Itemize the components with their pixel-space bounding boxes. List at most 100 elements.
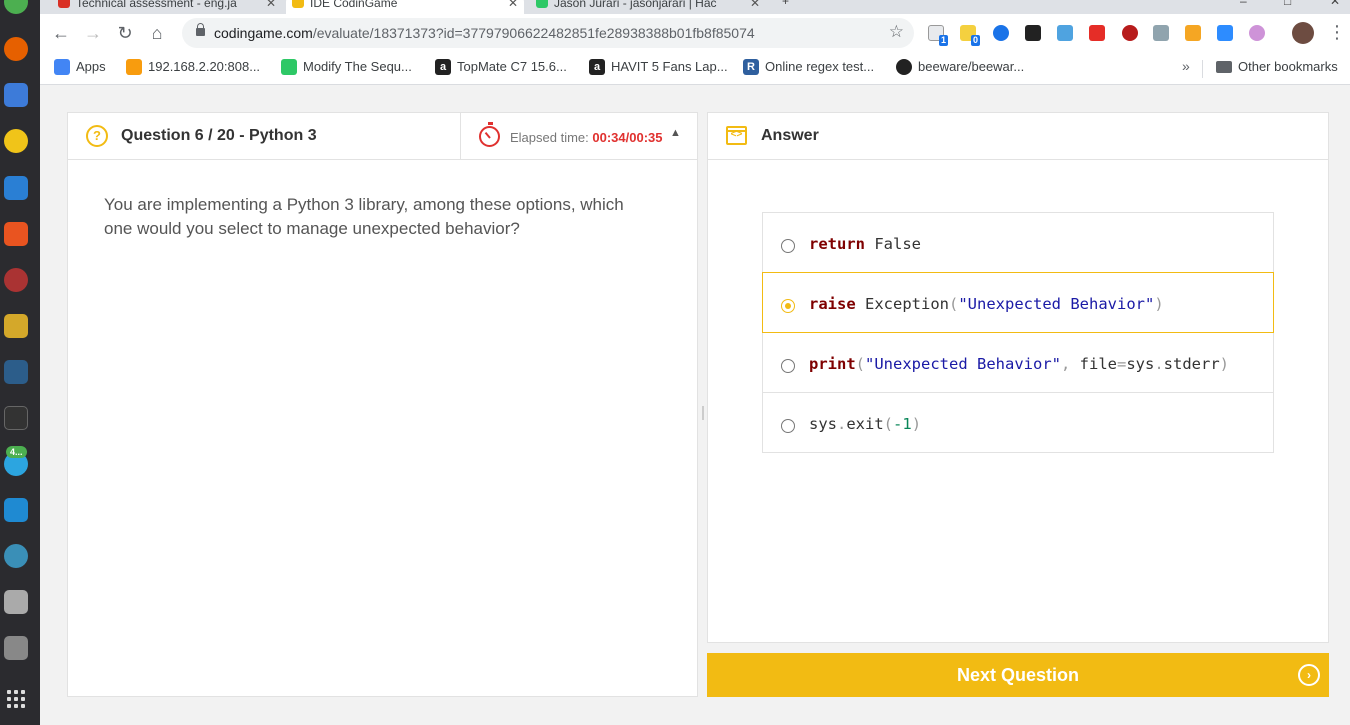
codingame-icon (292, 0, 304, 8)
tab-hackerrank[interactable]: Jason Jurari - jasonjarari | Hac ✕ (530, 0, 766, 14)
terminal-icon[interactable] (4, 406, 28, 430)
address-bar[interactable]: codingame.com/evaluate/18371373?id=37797… (182, 18, 914, 48)
tab-strip: Technical assessment - eng.ja ✕ IDE Codi… (40, 0, 1350, 14)
code-token: ( (883, 415, 894, 433)
home-icon[interactable]: ⌂ (146, 22, 168, 44)
radio-icon[interactable] (781, 239, 795, 253)
bookmark-item[interactable]: beeware/beewar... (896, 59, 1024, 75)
extension-at-icon[interactable] (993, 25, 1009, 41)
bookmark-item[interactable]: a HAVIT 5 Fans Lap... (589, 59, 728, 75)
code-icon: <> (726, 126, 747, 145)
gmail-icon (58, 0, 70, 8)
extension-satellite-icon[interactable] (1153, 25, 1169, 41)
chevron-up-icon[interactable]: ▲ (670, 127, 681, 139)
extension-badge: 1 (939, 35, 949, 46)
code-token: . (837, 415, 847, 433)
code-token: ) (911, 415, 922, 433)
answer-options: return False raise Exception("Unexpected … (762, 212, 1274, 453)
next-question-label: Next Question (956, 665, 1080, 685)
folder-icon (1216, 61, 1232, 73)
answer-code: return False (809, 235, 921, 253)
bookmark-item[interactable]: a TopMate C7 15.6... (435, 59, 567, 75)
show-apps-icon[interactable] (7, 690, 25, 708)
radio-selected-icon[interactable] (781, 299, 795, 313)
answer-option[interactable]: raise Exception("Unexpected Behavior") (762, 272, 1274, 333)
close-icon[interactable]: ✕ (266, 0, 276, 12)
other-bookmarks[interactable]: Other bookmarks (1216, 59, 1338, 75)
mysql-workbench-icon[interactable] (4, 360, 28, 384)
close-icon[interactable]: ✕ (508, 0, 518, 12)
vscode-icon[interactable] (4, 498, 28, 522)
browser-toolbar: ← → ↻ ⌂ codingame.com/evaluate/18371373?… (40, 14, 1350, 52)
bookmark-item[interactable]: Modify The Sequ... (281, 59, 412, 75)
dock-badge: 4... (6, 446, 27, 458)
code-token: print (809, 355, 856, 373)
new-tab-icon[interactable]: + (782, 0, 789, 8)
question-title: Question 6 / 20 - Python 3 (121, 127, 317, 144)
apps-grid-icon (54, 59, 70, 75)
answer-option[interactable]: print("Unexpected Behavior", file=sys.st… (762, 332, 1274, 393)
network-icon[interactable] (4, 544, 28, 568)
bookmark-star-icon[interactable]: ☆ (889, 22, 904, 42)
files-icon[interactable] (4, 83, 28, 107)
profile-avatar[interactable] (1292, 22, 1314, 44)
tab-assessment[interactable]: Technical assessment - eng.ja ✕ (52, 0, 282, 14)
extension-youtube-icon[interactable] (1089, 25, 1105, 41)
code-token: stderr (1163, 355, 1220, 373)
bookmark-item[interactable]: R Online regex test... (743, 59, 874, 75)
amazon-icon: a (435, 59, 451, 75)
answer-option[interactable]: return False (762, 212, 1274, 273)
elapsed-timer[interactable]: Elapsed time: 00:34/00:35 ▲ (460, 113, 698, 160)
radio-icon[interactable] (781, 359, 795, 373)
lock-icon[interactable] (196, 23, 205, 36)
answer-header: <> Answer (708, 113, 1328, 160)
forward-icon[interactable]: → (82, 22, 104, 44)
code-token: ) (1219, 355, 1230, 373)
bookmarks-bar: Apps 192.168.2.20:808... Modify The Sequ… (40, 52, 1350, 85)
software-center-icon[interactable] (4, 222, 28, 246)
github-icon (896, 59, 912, 75)
question-text: You are implementing a Python 3 library,… (104, 195, 624, 238)
extension-zoom-icon[interactable] (1217, 25, 1233, 41)
more-bookmarks-icon[interactable]: » (1182, 58, 1190, 74)
close-window-icon[interactable]: ✕ (1330, 0, 1340, 8)
minimize-icon[interactable]: – (1240, 0, 1247, 8)
extension-cloud-icon[interactable] (1057, 25, 1073, 41)
stacks-icon[interactable] (4, 314, 28, 338)
hackerrank-icon (281, 59, 297, 75)
code-token: ) (1154, 295, 1164, 313)
tab-title: IDE CodinGame (310, 0, 398, 10)
question-header: ? Question 6 / 20 - Python 3 Elapsed tim… (68, 113, 697, 160)
question-panel: ? Question 6 / 20 - Python 3 Elapsed tim… (67, 112, 698, 697)
bookmark-item[interactable]: Apps (54, 59, 106, 75)
back-icon[interactable]: ← (50, 22, 72, 44)
radio-icon[interactable] (781, 419, 795, 433)
panel-resize-handle[interactable] (702, 406, 704, 420)
extension-record-icon[interactable] (1122, 25, 1138, 41)
extension-broadcast-icon[interactable] (1249, 25, 1265, 41)
ssd-icon[interactable] (4, 636, 28, 660)
chrome-menu-icon[interactable]: ⋮ (1328, 21, 1346, 43)
code-token: ( (855, 355, 866, 373)
tab-ide-codingame[interactable]: IDE CodinGame ✕ (286, 0, 524, 14)
close-icon[interactable]: ✕ (750, 0, 760, 12)
reload-icon[interactable]: ↻ (114, 22, 136, 44)
url-text[interactable]: codingame.com/evaluate/18371373?id=37797… (214, 25, 755, 41)
archive-icon[interactable] (4, 590, 28, 614)
next-question-button[interactable]: Next Question › (707, 653, 1329, 697)
rhythmbox-icon[interactable] (4, 129, 28, 153)
tab-title: Technical assessment - eng.ja (76, 0, 237, 10)
extension-glasses-icon[interactable] (1025, 25, 1041, 41)
extension-shield-icon[interactable] (1185, 25, 1201, 41)
bookmark-item[interactable]: 192.168.2.20:808... (126, 59, 260, 75)
hackerrank-icon (536, 0, 548, 8)
maximize-icon[interactable]: □ (1284, 0, 1291, 8)
regex-icon: R (743, 59, 759, 75)
extension-badge: 0 (971, 35, 981, 46)
spider-icon[interactable] (4, 268, 28, 292)
firefox-icon[interactable] (4, 37, 28, 61)
chrome-icon[interactable] (4, 0, 28, 14)
writer-icon[interactable] (4, 176, 28, 200)
answer-option[interactable]: sys.exit(-1) (762, 392, 1274, 453)
code-token: . (1154, 355, 1164, 373)
